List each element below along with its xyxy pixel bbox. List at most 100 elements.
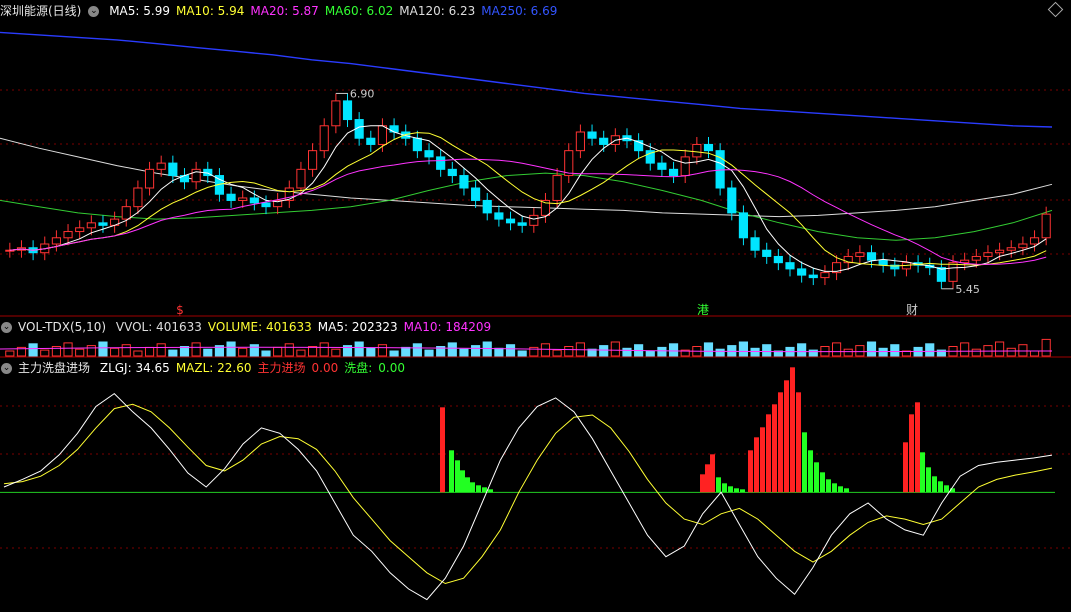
candle-body-45 — [529, 214, 539, 226]
wash-bar-2-5 — [832, 483, 837, 493]
ma10-line — [9, 132, 1047, 267]
volume-bar-6 — [75, 348, 85, 357]
volume-bar-0 — [5, 350, 15, 357]
volume-bar-72 — [843, 348, 853, 357]
candle-body-59 — [692, 143, 702, 158]
candle-body-11 — [133, 187, 143, 208]
volume-bar-32 — [377, 344, 388, 357]
volume-bar-22 — [261, 350, 271, 357]
volume-bar-12 — [144, 346, 155, 357]
entry-bar-1-2 — [710, 454, 715, 493]
volume-bar-10 — [121, 344, 131, 357]
volume-bar-69 — [808, 349, 818, 357]
volume-bar-35 — [412, 343, 422, 357]
candle-body-39 — [459, 175, 469, 189]
candle-body-4 — [51, 237, 61, 245]
candle-body-51 — [599, 137, 609, 145]
candle-body-56 — [657, 162, 667, 170]
volume-bar-57 — [668, 343, 679, 357]
volume-bar-42 — [494, 347, 504, 357]
candle-body-74 — [866, 252, 877, 261]
candle-body-20 — [238, 197, 248, 201]
candle-body-38 — [447, 168, 457, 177]
wash-bar-2-4 — [826, 479, 831, 493]
volume-bar-31 — [366, 347, 376, 357]
volume-bar-83 — [971, 348, 981, 357]
zlgj-line — [3, 392, 1053, 601]
volume-bar-28 — [331, 348, 341, 357]
volume-bar-8 — [98, 341, 108, 357]
wash-bar-0-7 — [488, 489, 493, 493]
volume-bar-15 — [179, 346, 190, 357]
event-marker-0: $ — [176, 303, 184, 317]
candle-body-47 — [552, 175, 562, 201]
candle-body-60 — [703, 143, 714, 152]
volume-bar-23 — [273, 346, 283, 357]
volume-bar-9 — [110, 347, 120, 357]
volume-bar-76 — [890, 344, 900, 357]
volume-bar-36 — [424, 349, 434, 357]
candle-body-28 — [331, 100, 341, 127]
volume-bar-26 — [308, 346, 318, 357]
candle-body-10 — [121, 206, 131, 220]
candle-body-12 — [144, 168, 155, 189]
volume-bar-33 — [389, 350, 399, 357]
event-marker-2: 财 — [906, 303, 918, 317]
candle-body-31 — [366, 137, 376, 145]
candle-body-14 — [168, 162, 178, 177]
candle-body-13 — [156, 162, 166, 170]
entry-bar-2-3 — [766, 414, 771, 493]
candle-body-57 — [668, 168, 679, 177]
wash-bar-1-0 — [716, 477, 721, 493]
candle-body-82 — [960, 259, 970, 264]
entry-bar-3-1 — [909, 414, 914, 493]
ma60-line — [0, 172, 1053, 241]
high-label: 6.90 — [350, 87, 375, 100]
candle-body-81 — [948, 262, 958, 282]
volume-bar-38 — [447, 342, 457, 357]
candle-body-67 — [785, 262, 795, 270]
volume-bar-19 — [226, 341, 236, 357]
volume-bar-89 — [1041, 338, 1051, 357]
mazl-line — [3, 403, 1053, 585]
volume-bar-68 — [797, 343, 807, 357]
candle-body-73 — [855, 252, 865, 257]
candle-body-44 — [517, 222, 527, 226]
candle-body-7 — [86, 222, 96, 229]
volume-bar-55 — [645, 350, 655, 357]
volume-bar-46 — [540, 343, 551, 357]
entry-bar-1-0 — [700, 474, 705, 493]
low-label: 5.45 — [955, 283, 980, 296]
candle-body-64 — [750, 237, 760, 251]
volume-bar-79 — [925, 343, 935, 357]
volume-bar-21 — [249, 344, 259, 357]
entry-bar-2-1 — [754, 437, 759, 493]
wash-bar-3-0 — [920, 452, 925, 493]
volume-bar-51 — [599, 345, 609, 357]
candle-body-83 — [971, 255, 981, 261]
volume-bar-34 — [401, 346, 411, 357]
wash-bar-2-0 — [802, 432, 807, 493]
wash-bar-1-2 — [728, 486, 733, 493]
volume-bar-64 — [750, 347, 760, 357]
volume-bar-11 — [133, 350, 143, 357]
volume-bar-87 — [1018, 344, 1028, 357]
volume-bar-73 — [855, 345, 865, 357]
wash-bar-3-4 — [944, 485, 949, 493]
candle-body-50 — [587, 131, 597, 139]
wash-bar-0-4 — [470, 482, 475, 493]
entry-bar-2-5 — [778, 392, 783, 493]
candle-body-89 — [1041, 213, 1051, 239]
candle-body-25 — [296, 168, 306, 189]
candle-body-40 — [471, 187, 481, 201]
volume-bar-56 — [657, 346, 667, 357]
wash-bar-1-4 — [740, 489, 745, 493]
candle-body-85 — [995, 249, 1005, 254]
volume-bar-24 — [284, 343, 294, 357]
kline-chart[interactable]: 6.90 5.45 $ 港 财 — [0, 0, 1071, 612]
wash-bar-3-3 — [938, 481, 943, 493]
candle-body-8 — [98, 222, 108, 226]
entry-bar-3-0 — [903, 442, 908, 493]
wash-bar-0-5 — [476, 485, 481, 493]
candle-body-88 — [1029, 237, 1040, 245]
